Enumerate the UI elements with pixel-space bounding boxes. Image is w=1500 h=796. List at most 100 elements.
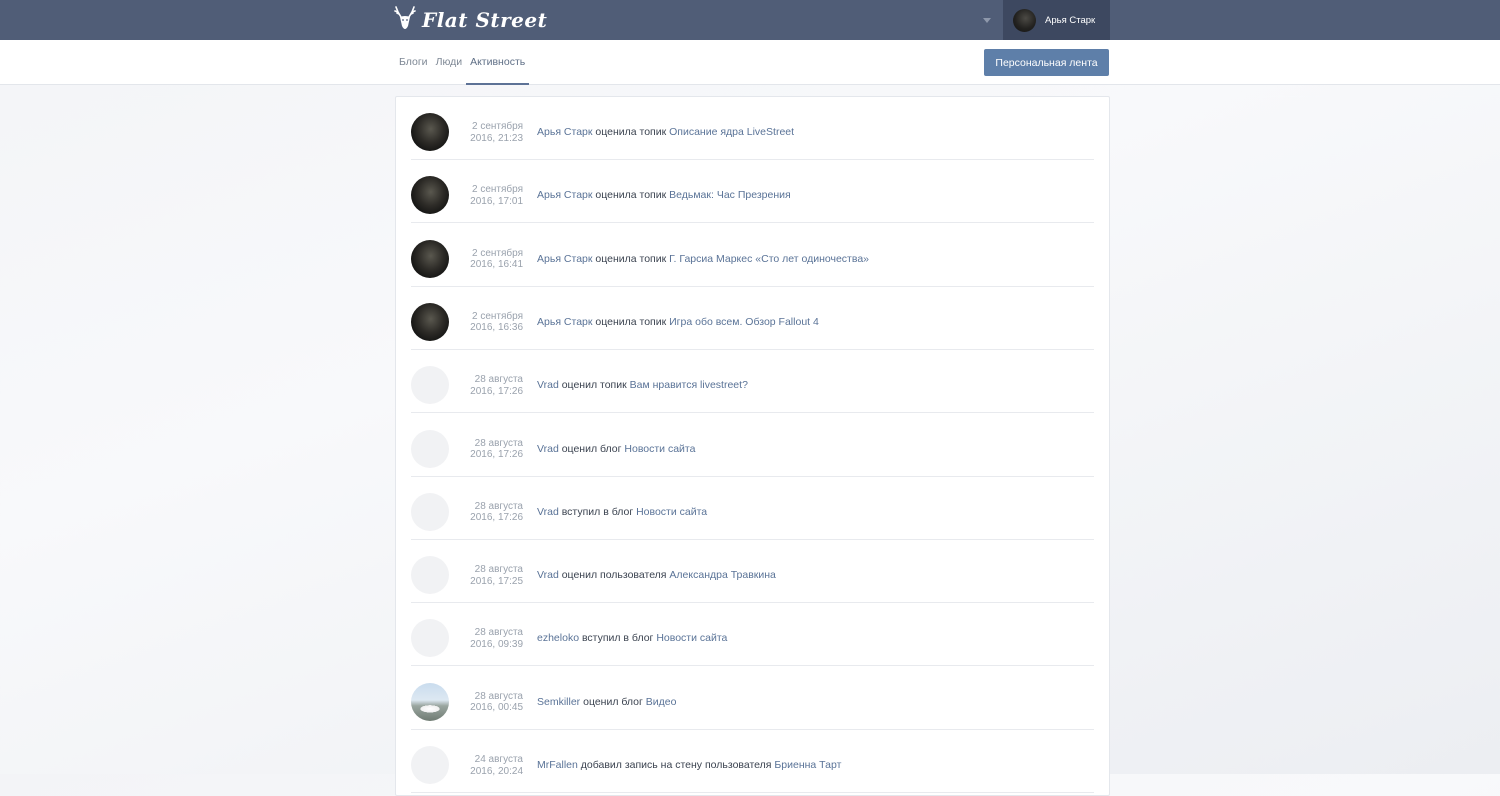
target-link[interactable]: Описание ядра LiveStreet	[669, 126, 794, 138]
deer-head-icon	[394, 4, 416, 37]
user-link[interactable]: Арья Старк	[537, 189, 592, 201]
activity-date: 28 августа 2016, 17:26	[455, 438, 523, 461]
avatar[interactable]	[411, 239, 449, 278]
user-link[interactable]: Арья Старк	[537, 126, 592, 138]
target-link[interactable]: Бриенна Тарт	[774, 759, 841, 771]
avatar[interactable]	[411, 302, 449, 341]
caret-down-icon[interactable]	[980, 12, 994, 28]
list-item: 24 августа 2016, 20:24 MrFallen добавил за…	[411, 730, 1094, 793]
user-link[interactable]: Semkiller	[537, 696, 580, 708]
date-time: 2016, 17:26	[470, 512, 523, 524]
activity-date: 2 сентября 2016, 21:23	[455, 121, 523, 144]
avatar[interactable]	[411, 682, 449, 721]
list-item: 28 августа 2016, 17:26 Vrad вступил в блог…	[411, 477, 1094, 540]
target-link[interactable]: Вам нравится livestreet?	[630, 379, 748, 391]
activity-description: ezheloko вступил в блог Новости сайта	[537, 632, 727, 644]
activity-description: Арья Старк оценила топик Ведьмак: Час Пр…	[537, 189, 791, 201]
activity-action: оценил блог	[561, 442, 622, 455]
activity-action: оценила топик	[595, 252, 667, 265]
list-item: 28 августа 2016, 09:39 ezheloko вступил в …	[411, 603, 1094, 667]
list-item: 2 сентября 2016, 21:23 Арья Старк оценила …	[411, 97, 1094, 160]
target-link[interactable]: Новости сайта	[624, 443, 695, 455]
site-logo[interactable]: Flat Street	[394, 4, 547, 36]
activity-date: 28 августа 2016, 09:39	[455, 627, 523, 650]
list-item: 2 сентября 2016, 16:41 Арья Старк оценила …	[411, 224, 1094, 287]
activity-action: вступил в блог	[561, 505, 634, 518]
activity-description: Vrad оценил топик Вам нравится livestree…	[537, 379, 748, 391]
activity-action: оценил топик	[561, 379, 627, 392]
date-time: 2016, 16:36	[470, 322, 523, 334]
activity-action: оценила топик	[595, 315, 667, 328]
avatar[interactable]	[411, 492, 449, 531]
target-link[interactable]: Игра обо всем. Обзор Fallout 4	[669, 316, 819, 328]
date-time: 2016, 17:25	[470, 575, 523, 587]
activity-description: Semkiller оценил блог Видео	[537, 696, 676, 708]
tab-blogs[interactable]: Блоги	[399, 40, 428, 85]
avatar[interactable]	[411, 176, 449, 215]
activity-description: Vrad оценил блог Новости сайта	[537, 443, 695, 455]
user-link[interactable]: MrFallen	[537, 759, 578, 771]
user-menu[interactable]: Арья Старк	[1003, 0, 1110, 40]
date-day: 28 августа	[474, 500, 523, 512]
date-time: 2016, 17:26	[470, 449, 523, 460]
user-link[interactable]: Vrad	[537, 506, 559, 518]
user-link[interactable]: Арья Старк	[537, 316, 592, 328]
activity-action: оценила топик	[595, 126, 667, 138]
avatar[interactable]	[411, 556, 449, 595]
list-item: 28 августа 2016, 00:45 Semkiller оценил бл…	[411, 667, 1094, 730]
activity-date: 28 августа 2016, 00:45	[455, 691, 523, 714]
date-day: 28 августа	[474, 690, 523, 702]
target-link[interactable]: Ведьмак: Час Презрения	[669, 189, 791, 201]
date-time: 2016, 20:24	[470, 765, 523, 777]
activity-action: вступил в блог	[581, 632, 654, 645]
date-day: 28 августа	[474, 374, 523, 386]
date-day: 28 августа	[474, 564, 523, 576]
target-link[interactable]: Новости сайта	[636, 506, 707, 518]
tab-activity[interactable]: Активность	[466, 40, 530, 85]
target-link[interactable]: Г. Гарсиа Маркес «Сто лет одиночества»	[669, 253, 869, 265]
activity-date: 28 августа 2016, 17:25	[455, 564, 523, 587]
avatar[interactable]	[411, 366, 449, 405]
activity-action: оценил блог	[583, 695, 643, 708]
activity-date: 2 сентября 2016, 16:36	[455, 311, 523, 334]
list-item: 2 сентября 2016, 17:01 Арья Старк оценила …	[411, 160, 1094, 224]
list-item: 28 августа 2016, 17:25 Vrad оценил пользов…	[411, 540, 1094, 604]
activity-date: 2 сентября 2016, 17:01	[455, 184, 523, 207]
user-link[interactable]: Арья Старк	[537, 253, 592, 265]
avatar[interactable]	[411, 429, 449, 468]
avatar	[1013, 8, 1036, 32]
activity-description: Vrad оценил пользователя Александра Трав…	[537, 569, 776, 581]
date-time: 2016, 17:26	[470, 385, 523, 397]
logo-text: Flat Street	[422, 8, 548, 32]
activity-date: 28 августа 2016, 17:26	[455, 501, 523, 524]
target-link[interactable]: Видео	[646, 696, 677, 708]
activity-description: Vrad вступил в блог Новости сайта	[537, 506, 707, 518]
activity-description: Арья Старк оценила топик Г. Гарсиа Марке…	[537, 253, 869, 265]
date-day: 24 августа	[474, 754, 523, 765]
avatar[interactable]	[411, 746, 449, 784]
user-link[interactable]: Vrad	[537, 379, 559, 391]
user-link[interactable]: ezheloko	[537, 632, 579, 644]
activity-action: оценила топик	[595, 189, 667, 202]
date-day: 2 сентября	[471, 310, 523, 322]
date-day: 2 сентября	[471, 121, 523, 132]
nav-tabs: Блоги Люди Активность	[399, 40, 537, 85]
list-item: 2 сентября 2016, 16:36 Арья Старк оценила …	[411, 287, 1094, 350]
target-link[interactable]: Новости сайта	[656, 632, 727, 644]
activity-action: добавил запись на стену пользователя	[580, 759, 772, 771]
date-day: 2 сентября	[471, 247, 523, 259]
date-day: 28 августа	[474, 627, 523, 639]
date-time: 2016, 17:01	[470, 195, 523, 207]
activity-description: MrFallen добавил запись на стену пользов…	[537, 759, 841, 771]
avatar[interactable]	[411, 619, 449, 658]
personal-feed-button[interactable]: Персональная лента	[984, 49, 1109, 76]
tab-people[interactable]: Люди	[436, 40, 463, 85]
user-link[interactable]: Vrad	[537, 443, 559, 455]
date-day: 28 августа	[474, 437, 523, 449]
target-link[interactable]: Александра Травкина	[669, 569, 775, 581]
top-bar: Flat Street Арья Старк	[0, 0, 1500, 40]
avatar[interactable]	[411, 113, 449, 151]
user-link[interactable]: Vrad	[537, 569, 559, 581]
activity-feed: 2 сентября 2016, 21:23 Арья Старк оценила …	[395, 96, 1110, 796]
activity-description: Арья Старк оценила топик Описание ядра L…	[537, 126, 794, 138]
